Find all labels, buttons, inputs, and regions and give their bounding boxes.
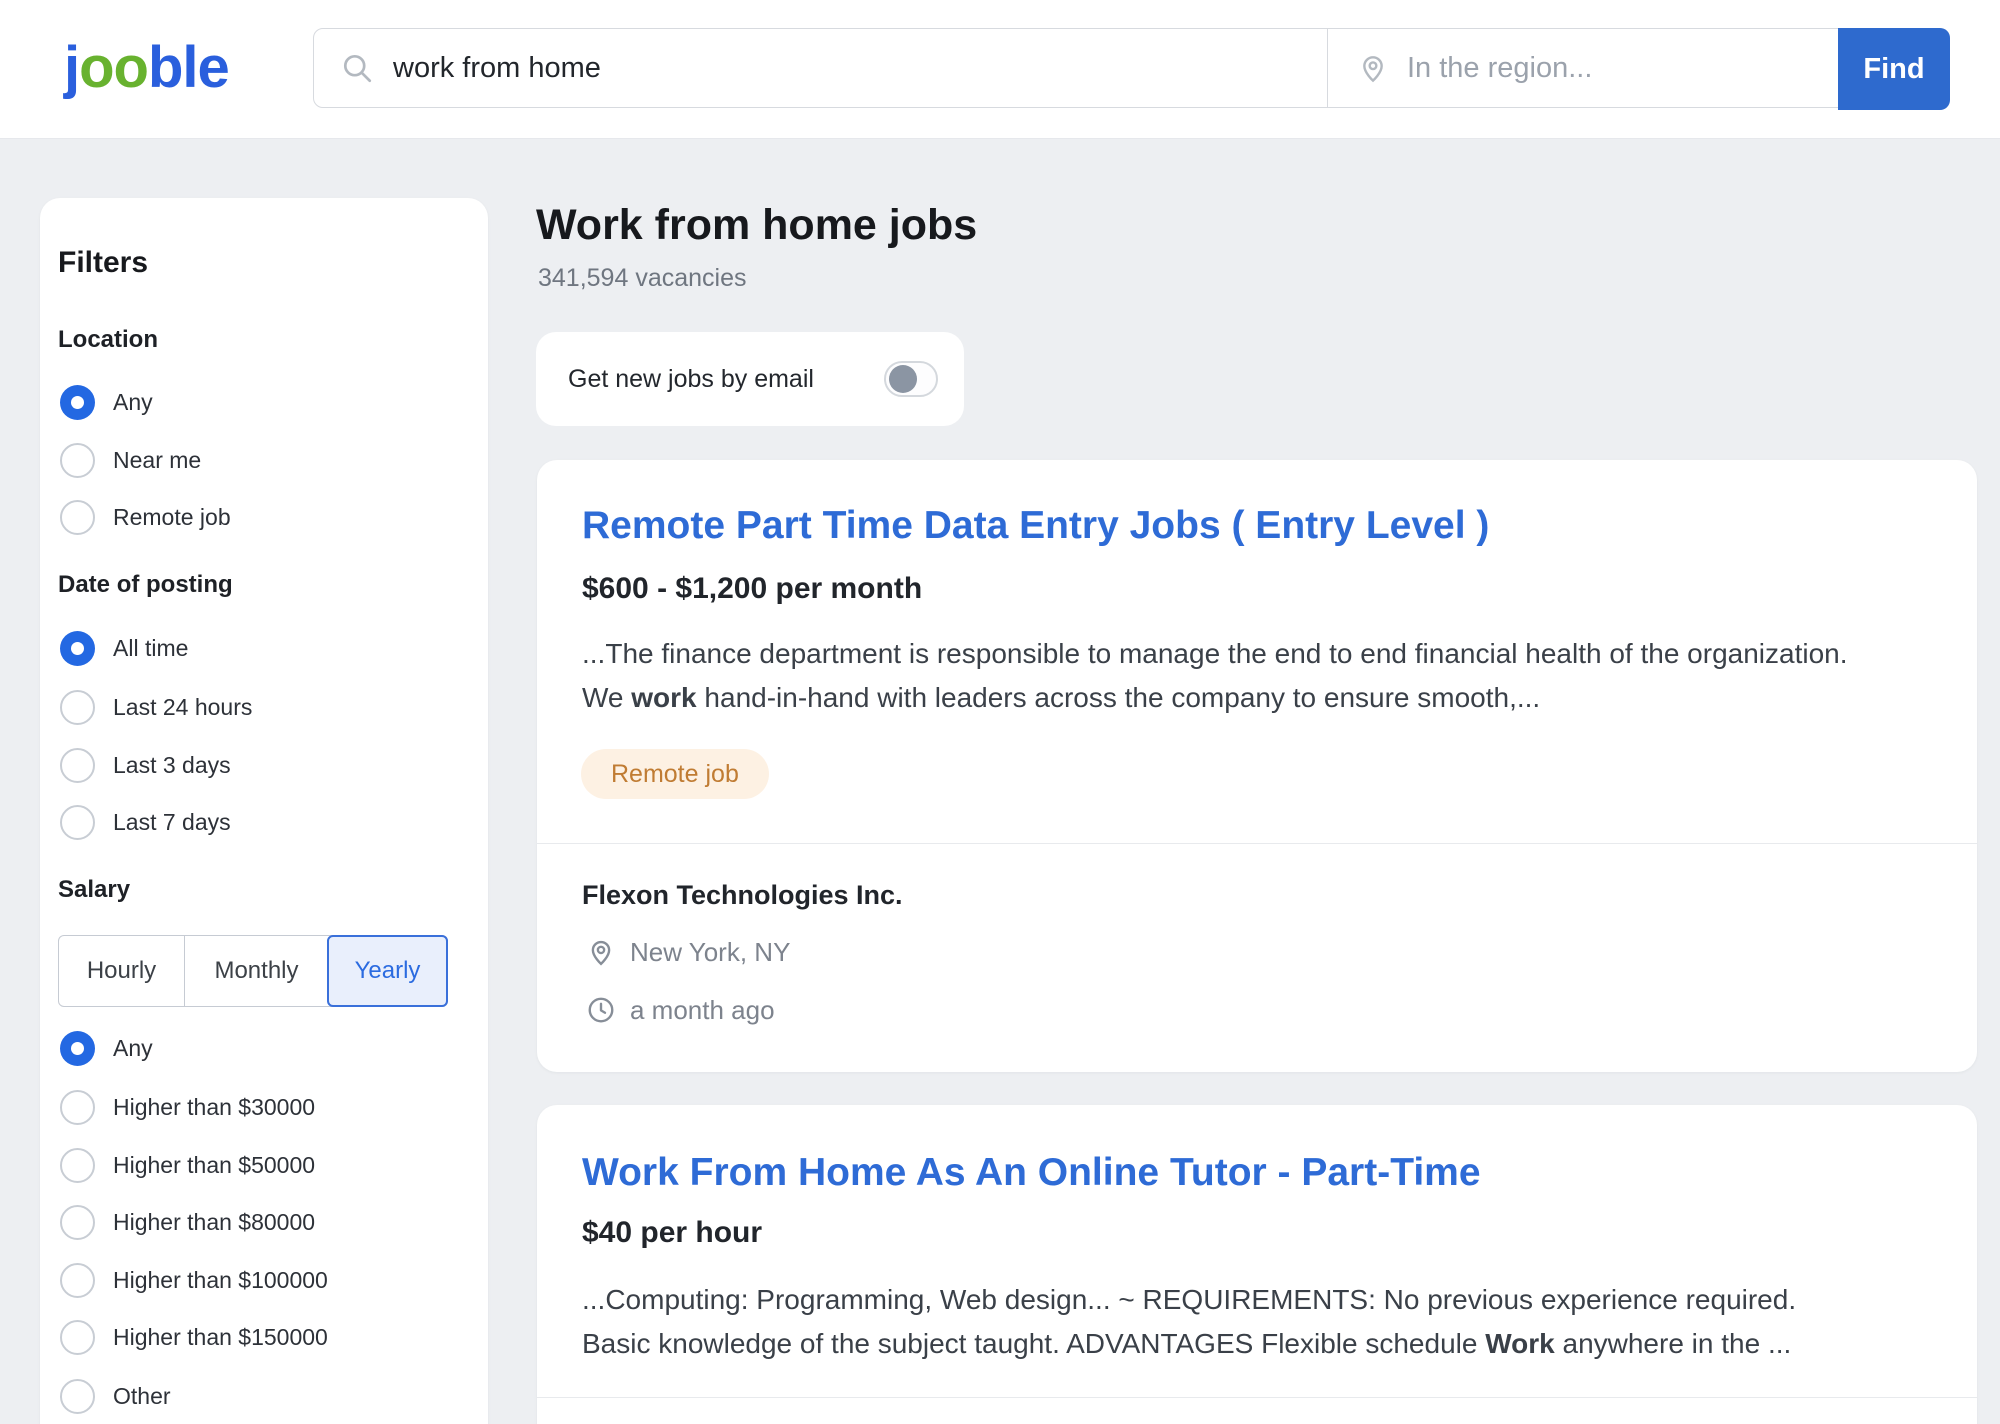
logo-part: ble (148, 35, 229, 100)
filters-panel: Filters Location Any Near me Remote job … (40, 198, 488, 1424)
radio-label: Higher than $50000 (113, 1152, 315, 1179)
tab-yearly[interactable]: Yearly (327, 935, 448, 1007)
radio-label: Last 7 days (113, 809, 231, 836)
email-toggle-label: Get new jobs by email (568, 365, 884, 394)
location-heading: Location (58, 326, 158, 354)
radio-icon[interactable] (60, 1379, 95, 1414)
remote-job-tag: Remote job (581, 749, 769, 799)
radio-icon[interactable] (60, 805, 95, 840)
radio-icon[interactable] (60, 748, 95, 783)
radio-label: Higher than $150000 (113, 1324, 328, 1351)
header: jooble Find (0, 0, 2000, 138)
radio-icon[interactable] (60, 1090, 95, 1125)
job-posted-row: a month ago (586, 992, 775, 1028)
jooble-logo[interactable]: jooble (64, 34, 229, 101)
radio-label: Remote job (113, 504, 231, 531)
radio-label: Last 3 days (113, 752, 231, 779)
job-title-link[interactable]: Remote Part Time Data Entry Jobs ( Entry… (582, 504, 1489, 548)
logo-part: oo (79, 35, 148, 100)
radio-salary-any[interactable]: Any (60, 1030, 153, 1066)
job-title-link[interactable]: Work From Home As An Online Tutor - Part… (582, 1151, 1481, 1195)
radio-label: Higher than $100000 (113, 1267, 328, 1294)
job-location-row: New York, NY (586, 934, 790, 970)
description-text: hand-in-hand with leaders across the com… (697, 682, 1541, 713)
tab-monthly[interactable]: Monthly (184, 936, 328, 1006)
job-posted-time: a month ago (630, 995, 775, 1026)
radio-label: Other (113, 1383, 171, 1410)
page-title: Work from home jobs (536, 201, 977, 250)
vacancies-count: 341,594 vacancies (538, 264, 746, 293)
radio-selected-icon[interactable] (60, 631, 95, 666)
card-divider (537, 843, 1977, 844)
radio-icon[interactable] (60, 1320, 95, 1355)
email-toggle-switch[interactable] (884, 361, 938, 397)
card-divider (537, 1397, 1977, 1398)
search-input[interactable] (393, 38, 1327, 98)
job-location: New York, NY (630, 937, 790, 968)
radio-icon[interactable] (60, 1263, 95, 1298)
radio-salary-50000[interactable]: Higher than $50000 (60, 1147, 315, 1183)
location-pin-icon (586, 937, 616, 967)
radio-label: Last 24 hours (113, 694, 252, 721)
radio-location-any[interactable]: Any (60, 384, 153, 420)
description-text: anywhere in the ... (1555, 1328, 1792, 1359)
radio-label: Higher than $80000 (113, 1209, 315, 1236)
radio-date-last-3-days[interactable]: Last 3 days (60, 747, 231, 783)
radio-icon[interactable] (60, 690, 95, 725)
filters-title: Filters (58, 246, 148, 280)
description-highlight: Work (1485, 1328, 1555, 1359)
region-input[interactable] (1407, 38, 1838, 98)
search-icon (339, 50, 375, 86)
job-card: Work From Home As An Online Tutor - Part… (537, 1105, 1977, 1424)
tab-hourly[interactable]: Hourly (59, 936, 184, 1006)
radio-salary-30000[interactable]: Higher than $30000 (60, 1089, 315, 1125)
radio-selected-icon[interactable] (60, 385, 95, 420)
radio-salary-other[interactable]: Other (60, 1378, 171, 1414)
radio-salary-100000[interactable]: Higher than $100000 (60, 1262, 328, 1298)
radio-label: All time (113, 635, 188, 662)
radio-icon[interactable] (60, 500, 95, 535)
radio-salary-80000[interactable]: Higher than $80000 (60, 1204, 315, 1240)
radio-label: Near me (113, 447, 201, 474)
description-highlight: work (631, 682, 696, 713)
search-bar: Find (313, 28, 1950, 108)
logo-part: j (64, 35, 79, 100)
jooble-job-search-page: jooble Find Filters Location (0, 0, 2000, 1424)
clock-icon (586, 995, 616, 1025)
radio-label: Higher than $30000 (113, 1094, 315, 1121)
radio-icon[interactable] (60, 1148, 95, 1183)
radio-label: Any (113, 1035, 153, 1062)
radio-date-last-7-days[interactable]: Last 7 days (60, 804, 231, 840)
email-subscription-pill: Get new jobs by email (536, 332, 964, 426)
toggle-knob (889, 365, 917, 393)
job-card: Remote Part Time Data Entry Jobs ( Entry… (537, 460, 1977, 1072)
region-field[interactable] (1328, 29, 1838, 107)
radio-date-all-time[interactable]: All time (60, 630, 188, 666)
radio-icon[interactable] (60, 443, 95, 478)
job-salary: $600 - $1,200 per month (582, 572, 922, 606)
company-name: Flexon Technologies Inc. (582, 880, 903, 911)
radio-location-near-me[interactable]: Near me (60, 442, 201, 478)
job-salary: $40 per hour (582, 1216, 762, 1250)
radio-label: Any (113, 389, 153, 416)
location-pin-icon (1357, 52, 1389, 84)
salary-heading: Salary (58, 876, 130, 904)
radio-selected-icon[interactable] (60, 1031, 95, 1066)
find-button[interactable]: Find (1838, 28, 1950, 110)
radio-icon[interactable] (60, 1205, 95, 1240)
keyword-field[interactable] (314, 29, 1328, 107)
salary-period-tabs: Hourly Monthly Yearly (58, 935, 448, 1007)
job-description: ...The finance department is responsible… (582, 632, 1862, 720)
radio-date-last-24-hours[interactable]: Last 24 hours (60, 689, 252, 725)
radio-location-remote-job[interactable]: Remote job (60, 499, 231, 535)
date-of-posting-heading: Date of posting (58, 571, 233, 599)
job-description: ...Computing: Programming, Web design...… (582, 1278, 1862, 1366)
radio-salary-150000[interactable]: Higher than $150000 (60, 1319, 328, 1355)
